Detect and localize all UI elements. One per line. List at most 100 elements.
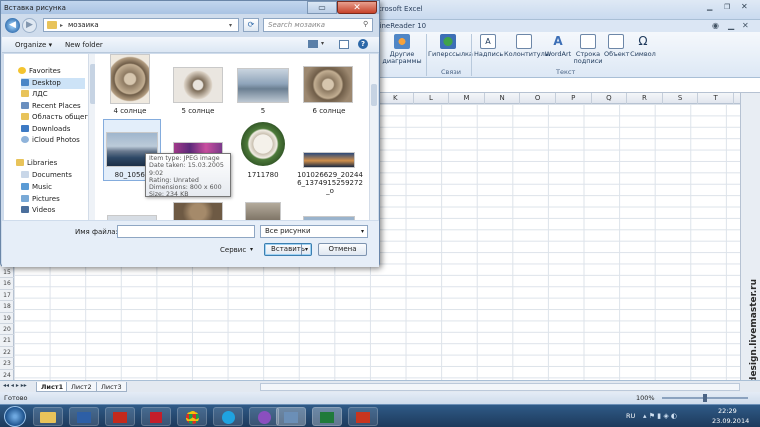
dialog-minimize-button[interactable]: ▭ <box>307 1 337 14</box>
file-thumbnail[interactable] <box>303 216 355 220</box>
search-input[interactable]: Search мозаика <box>263 18 373 32</box>
file-thumbnail[interactable] <box>110 54 150 104</box>
row-header[interactable]: 16 <box>0 278 14 290</box>
help-icon[interactable]: ? <box>358 39 368 49</box>
filename-input[interactable] <box>117 225 255 238</box>
new-folder-button[interactable]: New folder <box>65 41 103 49</box>
horizontal-scrollbar[interactable] <box>260 383 740 391</box>
nav-item-icloud-photos[interactable]: iCloud Photos <box>21 135 80 146</box>
breadcrumb-separator-icon[interactable]: ▸ <box>60 22 63 29</box>
wordart-button[interactable]: A WordArt <box>544 34 572 58</box>
row-header[interactable]: 20 <box>0 324 14 336</box>
nav-item-pictures[interactable]: Pictures <box>21 194 60 205</box>
cancel-button[interactable]: Отмена <box>318 243 367 256</box>
window-close-icon[interactable]: ✕ <box>742 21 749 30</box>
text-box-button[interactable]: A Надпись <box>474 34 503 58</box>
dialog-close-button[interactable]: ✕ <box>337 1 377 14</box>
nav-item-downloads[interactable]: Downloads <box>21 124 70 135</box>
app-taskbar-icon[interactable] <box>348 407 378 426</box>
file-thumbnail[interactable] <box>303 152 355 168</box>
nav-item-videos[interactable]: Videos <box>21 205 55 216</box>
file-thumbnail[interactable] <box>245 202 281 220</box>
column-header[interactable]: O <box>520 93 556 104</box>
column-header[interactable]: T <box>698 93 734 104</box>
file-thumbnail[interactable] <box>107 215 157 220</box>
skype-taskbar-icon[interactable] <box>213 407 243 426</box>
forward-button[interactable]: ▶ <box>22 18 37 33</box>
refresh-button[interactable]: ⟳ <box>243 18 259 32</box>
close-icon[interactable]: ✕ <box>741 2 755 13</box>
preview-pane-icon[interactable] <box>339 40 349 49</box>
other-diagrams-button[interactable]: Другие диаграммы <box>382 34 422 65</box>
media-taskbar-icon[interactable] <box>249 407 279 426</box>
service-chevron-icon[interactable]: ▾ <box>250 246 253 253</box>
zoom-slider-thumb[interactable] <box>703 394 707 402</box>
nav-item-music[interactable]: Music <box>21 182 52 193</box>
nav-item-shared[interactable]: Область общего <box>21 112 92 123</box>
sheet-tab-3[interactable]: Лист3 <box>96 382 127 392</box>
tray-icons[interactable]: ▴ ⚑ ▮ ◈ ◐ <box>643 412 677 420</box>
insert-chevron-icon[interactable]: ▾ <box>301 244 311 255</box>
service-button[interactable]: Сервис <box>220 246 246 254</box>
files-scroll-thumb[interactable] <box>371 84 377 106</box>
start-button[interactable] <box>4 406 26 427</box>
file-thumbnail[interactable] <box>237 68 289 103</box>
sheet-nav-icon[interactable]: ◂◂ ◂ ▸ ▸▸ <box>3 382 27 389</box>
column-header[interactable]: N <box>485 93 521 104</box>
nav-item-recent-places[interactable]: Recent Places <box>21 101 81 112</box>
nav-item-desktop[interactable]: Desktop <box>21 78 85 89</box>
minimize-icon[interactable]: ▁ <box>707 3 719 13</box>
window-minimize-icon[interactable]: ▁ <box>728 21 734 30</box>
language-indicator[interactable]: RU <box>626 412 635 420</box>
file-thumbnail[interactable] <box>241 122 285 166</box>
nav-favorites[interactable]: Favorites <box>18 66 61 77</box>
acrobat-taskbar-icon[interactable] <box>105 407 135 426</box>
nav-libraries[interactable]: Libraries <box>16 158 57 169</box>
row-header[interactable]: 15 <box>0 267 14 279</box>
explorer-taskbar-icon[interactable] <box>33 407 63 426</box>
tab-finereader[interactable]: FineReader 10 <box>376 22 426 30</box>
file-type-select[interactable]: Все рисунки ▾ <box>260 225 368 238</box>
row-header[interactable]: 21 <box>0 335 14 347</box>
sheet-tab-1[interactable]: Лист1 <box>36 382 69 392</box>
insert-picture-taskbar-icon[interactable] <box>276 407 306 426</box>
file-thumbnail[interactable] <box>173 67 223 103</box>
object-button[interactable]: Объект <box>604 34 629 58</box>
organize-button[interactable]: Organize ▾ <box>15 41 52 49</box>
row-header[interactable]: 23 <box>0 358 14 370</box>
search-icon[interactable]: ⚲ <box>363 20 368 28</box>
column-header[interactable]: Q <box>592 93 628 104</box>
header-footer-button[interactable]: Колонтитулы <box>504 34 550 58</box>
row-header[interactable]: 18 <box>0 301 14 313</box>
files-scrollbar[interactable] <box>369 54 378 220</box>
book-taskbar-icon[interactable] <box>141 407 171 426</box>
restore-icon[interactable]: ❐ <box>724 3 736 13</box>
file-thumbnail[interactable] <box>173 202 223 220</box>
sheet-tab-2[interactable]: Лист2 <box>66 382 97 392</box>
chrome-taskbar-icon[interactable] <box>177 407 207 426</box>
row-header[interactable]: 19 <box>0 313 14 324</box>
view-icon[interactable] <box>308 40 318 48</box>
column-header[interactable]: P <box>556 93 592 104</box>
file-thumbnail[interactable] <box>303 66 353 103</box>
vertical-scrollbar[interactable]: design.livemaster.ru <box>740 93 760 383</box>
row-header[interactable]: 22 <box>0 347 14 359</box>
column-header[interactable]: M <box>449 93 485 104</box>
chevron-down-icon[interactable]: ▾ <box>229 22 232 29</box>
hyperlink-button[interactable]: Гиперссылка <box>428 34 473 58</box>
signature-line-button[interactable]: Строка подписи <box>573 34 603 65</box>
nav-item-lds[interactable]: ЛДС <box>21 89 48 100</box>
column-header[interactable]: L <box>414 93 450 104</box>
column-header[interactable]: S <box>663 93 699 104</box>
word-taskbar-icon[interactable] <box>69 407 99 426</box>
symbol-button[interactable]: Ω Символ <box>630 34 656 58</box>
breadcrumb[interactable]: мозаика <box>68 21 99 29</box>
row-header[interactable]: 17 <box>0 290 14 302</box>
column-header[interactable]: R <box>627 93 663 104</box>
address-bar[interactable]: ▸ мозаика ▾ <box>43 18 239 32</box>
back-button[interactable]: ◀ <box>5 18 20 33</box>
view-chevron-icon[interactable]: ▾ <box>321 40 324 47</box>
help-icon[interactable]: ◉ <box>712 21 719 30</box>
column-header[interactable]: K <box>378 93 414 104</box>
excel-taskbar-icon[interactable] <box>312 407 342 426</box>
